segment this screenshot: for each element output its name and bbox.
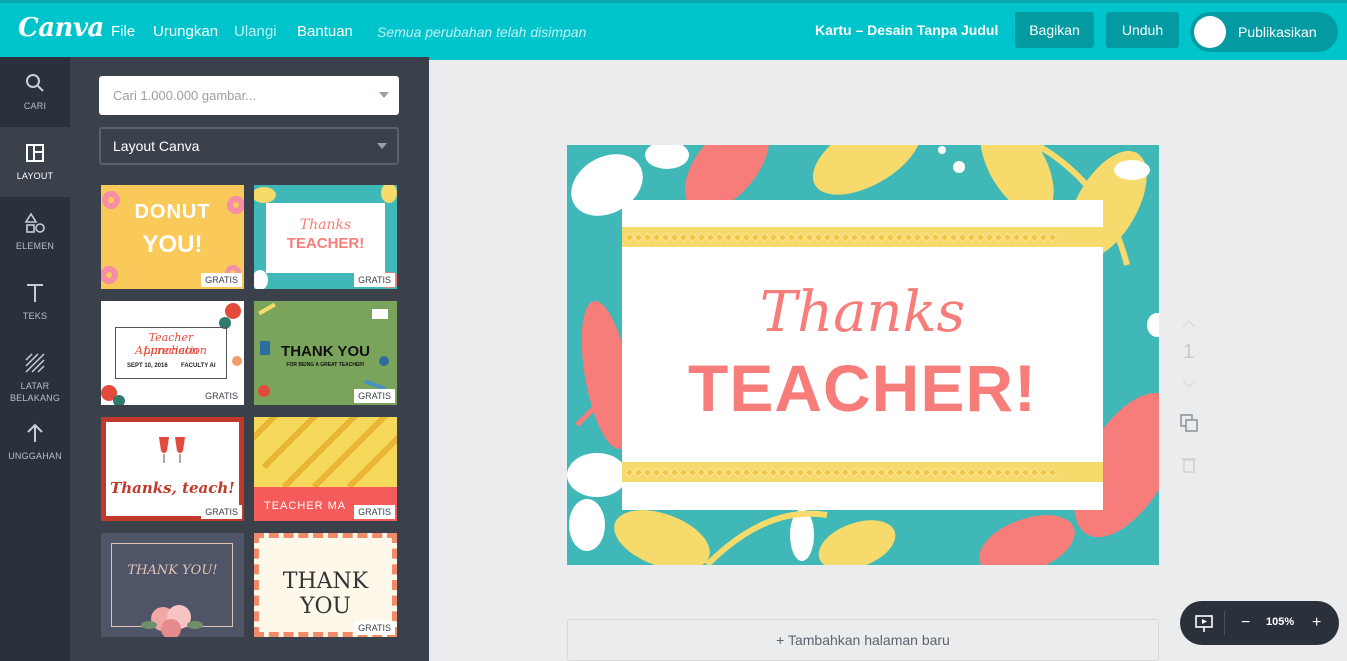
page-up-icon[interactable] bbox=[1181, 319, 1197, 329]
chevron-down-icon bbox=[377, 143, 387, 149]
canva-logo[interactable]: Canva bbox=[18, 13, 104, 43]
search-icon bbox=[26, 74, 44, 92]
layout-source-value: Layout Canva bbox=[113, 138, 200, 154]
thumb-pencils-line1: TEACHER MA bbox=[264, 500, 347, 512]
rail-search[interactable]: CARI bbox=[0, 57, 70, 127]
diamond-ornament bbox=[1047, 467, 1058, 477]
decorative-band-top bbox=[622, 227, 1103, 247]
text-icon bbox=[27, 284, 43, 302]
diamond-ornament bbox=[1047, 232, 1058, 242]
card-teacher-text[interactable]: TEACHER! bbox=[622, 350, 1103, 426]
thumb-thanks-line2: TEACHER! bbox=[286, 235, 365, 252]
thumb-stripes-line1: THANK YOU bbox=[282, 569, 369, 619]
rose-illustration bbox=[141, 605, 203, 637]
rail-uploads[interactable]: UNGGAHAN bbox=[0, 407, 70, 477]
chevron-down-icon bbox=[379, 92, 389, 98]
free-badge: GRATIS bbox=[201, 505, 242, 519]
rail-elements-label: ELEMEN bbox=[15, 241, 55, 251]
rail-layout[interactable]: LAYOUT bbox=[0, 127, 70, 197]
layout-panel: Cari 1.000.000 gambar... Layout Canva DO… bbox=[70, 57, 429, 661]
image-search-input[interactable]: Cari 1.000.000 gambar... bbox=[99, 76, 399, 115]
layout-thumb-thank-you-floral[interactable]: THANK YOU! bbox=[101, 533, 244, 637]
card-text-frame[interactable]: Thanks TEACHER! bbox=[622, 200, 1103, 510]
decorative-band-bottom bbox=[622, 462, 1103, 482]
page-down-icon[interactable] bbox=[1181, 379, 1197, 389]
top-bar: Canva File Urungkan Ulangi Bantuan Semua… bbox=[0, 0, 1347, 60]
zoom-in-button[interactable]: + bbox=[1312, 614, 1321, 632]
page-number: 1 bbox=[1183, 341, 1195, 363]
side-rail: CARI LAYOUT ELEMEN TEKS LATAR BELAKANG U… bbox=[0, 57, 70, 661]
delete-page-icon[interactable] bbox=[1181, 455, 1197, 473]
thumb-appreciation-date: SEPT 10, 2016 bbox=[127, 363, 168, 369]
save-status: Semua perubahan telah disimpan bbox=[377, 24, 587, 40]
layout-thumb-thanks-teacher[interactable]: Thanks TEACHER! GRATIS bbox=[254, 185, 397, 289]
publish-button[interactable]: Publikasikan bbox=[1190, 12, 1338, 52]
pattern-icon bbox=[25, 353, 45, 373]
thumb-teach-line1: Thanks, teach! bbox=[110, 479, 235, 497]
thumb-appreciation-line2: Luncheon bbox=[143, 344, 199, 357]
editor-workspace: Thanks TEACHER! 1 + Tambahkan halaman ba… bbox=[429, 57, 1347, 661]
layout-thumb-donut-you[interactable]: DONUT YOU! GRATIS bbox=[101, 185, 244, 289]
publish-toggle-knob bbox=[1194, 16, 1226, 48]
zoom-out-button[interactable]: − bbox=[1241, 614, 1250, 632]
design-title[interactable]: Kartu – Desain Tanpa Judul bbox=[815, 22, 998, 38]
free-badge: GRATIS bbox=[354, 273, 395, 287]
layout-icon bbox=[26, 144, 44, 162]
design-canvas[interactable]: Thanks TEACHER! bbox=[567, 145, 1159, 565]
rail-background-label: LATAR BELAKANG bbox=[9, 381, 61, 403]
thumb-donut-line2: YOU! bbox=[142, 231, 203, 258]
share-button[interactable]: Bagikan bbox=[1015, 12, 1094, 48]
card-thanks-text[interactable]: Thanks bbox=[622, 280, 1103, 345]
present-icon[interactable] bbox=[1194, 613, 1214, 633]
rail-layout-label: LAYOUT bbox=[16, 171, 54, 181]
rail-uploads-label: UNGGAHAN bbox=[8, 451, 62, 461]
rail-background[interactable]: LATAR BELAKANG bbox=[0, 337, 70, 407]
add-page-button[interactable]: + Tambahkan halaman baru bbox=[567, 619, 1159, 661]
rail-elements[interactable]: ELEMEN bbox=[0, 197, 70, 267]
layout-thumb-teacher-pencils[interactable]: TEACHER MA GRATIS bbox=[254, 417, 397, 521]
free-badge: GRATIS bbox=[354, 389, 395, 403]
publish-label: Publikasikan bbox=[1238, 24, 1317, 40]
menu-help[interactable]: Bantuan bbox=[297, 23, 353, 40]
free-badge: GRATIS bbox=[201, 273, 242, 287]
shapes-icon bbox=[24, 212, 45, 233]
thumb-donut-line1: DONUT bbox=[134, 201, 211, 223]
rail-text-label: TEKS bbox=[22, 311, 48, 321]
thumb-green-line1: THANK YOU bbox=[281, 343, 370, 360]
layout-source-select[interactable]: Layout Canva bbox=[99, 127, 399, 165]
search-placeholder: Cari 1.000.000 gambar... bbox=[113, 88, 257, 103]
thumb-thanks-line1: Thanks bbox=[299, 217, 352, 233]
rail-search-label: CARI bbox=[23, 101, 47, 111]
layout-thumb-teacher-appreciation[interactable]: Teacher Appreciation Luncheon SEPT 10, 2… bbox=[101, 301, 244, 405]
thumb-green-line2: FOR BEING A GREAT TEACHER! bbox=[286, 362, 365, 368]
free-badge: GRATIS bbox=[201, 389, 242, 403]
layout-thumb-thank-you-stripes[interactable]: THANK YOU GRATIS bbox=[254, 533, 397, 637]
free-badge: GRATIS bbox=[354, 621, 395, 635]
rail-text[interactable]: TEKS bbox=[0, 267, 70, 337]
zoom-level: 105% bbox=[1266, 616, 1295, 628]
duplicate-page-icon[interactable] bbox=[1179, 413, 1199, 433]
free-badge: GRATIS bbox=[354, 505, 395, 519]
thumb-appreciation-place: FACULTY AI bbox=[181, 363, 216, 369]
layout-thumb-thanks-teach[interactable]: Thanks, teach! GRATIS bbox=[101, 417, 244, 521]
menu-undo[interactable]: Urungkan bbox=[153, 23, 218, 40]
zoom-control: − 105% + bbox=[1180, 601, 1339, 645]
upload-arrow-icon bbox=[27, 423, 43, 442]
menu-redo[interactable]: Ulangi bbox=[234, 23, 277, 40]
layout-thumb-thank-you-green[interactable]: THANK YOU FOR BEING A GREAT TEACHER! GRA… bbox=[254, 301, 397, 405]
download-button[interactable]: Unduh bbox=[1106, 12, 1179, 48]
menu-file[interactable]: File bbox=[111, 23, 135, 40]
